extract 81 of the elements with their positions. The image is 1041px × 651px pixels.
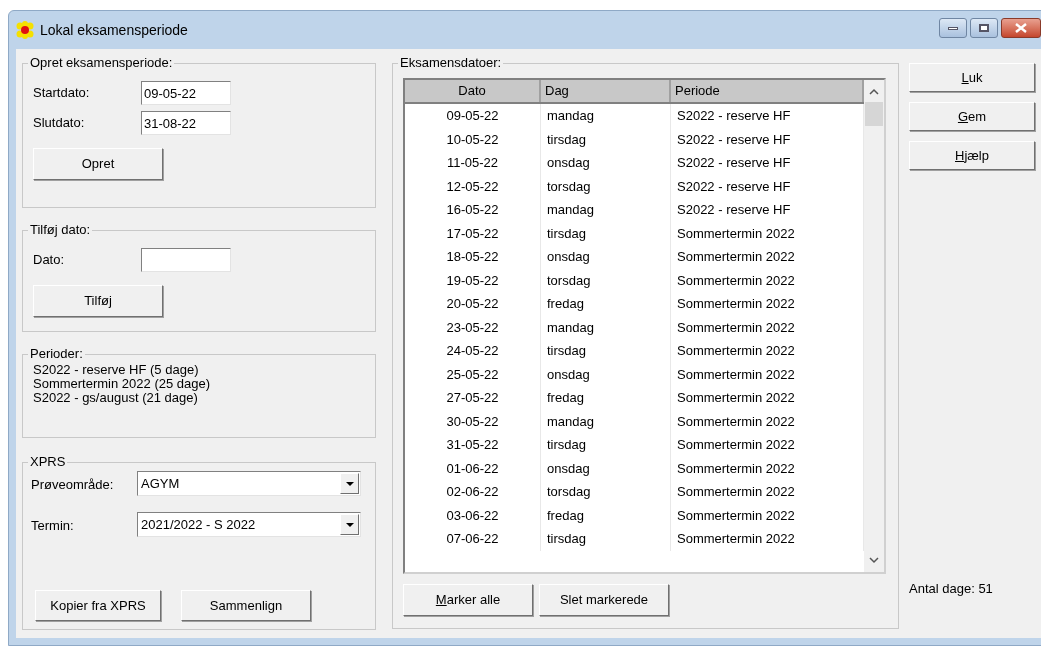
dropdown-value: AGYM [140,474,181,493]
xprs-action-button[interactable]: Sammenlign [181,590,311,621]
minimize-button[interactable] [939,18,967,38]
table-cell: mandag [541,409,671,433]
table-cell: onsdag [541,245,671,269]
table-cell: 10-05-22 [405,127,541,151]
input-field[interactable] [141,248,231,272]
maximize-button[interactable] [970,18,998,38]
list-action-button[interactable]: Slet markerede [539,584,669,616]
table-cell: 31-05-22 [405,433,541,457]
group-title: Opret eksamensperiode: [28,55,175,71]
side-button[interactable]: Gem [909,102,1035,131]
table-cell: tirsdag [541,339,671,363]
table-cell: 20-05-22 [405,292,541,316]
scroll-up-icon [869,88,879,96]
table-cell: 19-05-22 [405,268,541,292]
table-cell: onsdag [541,151,671,175]
table-cell: 09-05-22 [405,104,541,128]
table-cell: 03-06-22 [405,503,541,527]
table-cell: 16-05-22 [405,198,541,222]
table-cell: 01-06-22 [405,456,541,480]
table-cell: torsdag [541,174,671,198]
table-cell: onsdag [541,362,671,386]
scrollbar[interactable] [864,80,884,572]
field-label: Startdato: [33,84,91,103]
list-action-button[interactable]: Marker alle [403,584,533,616]
table-cell: tirsdag [541,527,671,551]
minimize-icon [948,26,958,30]
table-cell: torsdag [541,268,671,292]
input-field[interactable]: 09-05-22 [141,81,231,105]
xprs-action-button[interactable]: Kopier fra XPRS [35,590,161,621]
close-icon [1015,23,1027,33]
table-cell: 23-05-22 [405,315,541,339]
table-cell: 30-05-22 [405,409,541,433]
table-cell: 25-05-22 [405,362,541,386]
column-header[interactable]: Dag [541,80,671,102]
table-cell: mandag [541,315,671,339]
table-cell: tirsdag [541,433,671,457]
table-cell: torsdag [541,480,671,504]
create-button[interactable]: Opret [33,148,163,180]
period-line: Sommertermin 2022 (25 dage) [33,377,212,391]
field-label: Dato: [33,251,66,270]
table-cell: fredag [541,292,671,316]
table-cell: tirsdag [541,221,671,245]
dropdown-caret-icon [340,514,359,535]
table-cell: 27-05-22 [405,386,541,410]
dropdown-caret-icon [340,473,359,494]
column-header[interactable]: Dato [405,80,541,102]
dropdown[interactable]: AGYM [137,471,361,496]
input-field[interactable]: 31-08-22 [141,111,231,135]
table-cell: 07-06-22 [405,527,541,551]
maximize-icon [979,24,989,32]
period-line: S2022 - reserve HF (5 dage) [33,363,200,377]
table-cell: 02-06-22 [405,480,541,504]
table-cell: fredag [541,386,671,410]
dropdown[interactable]: 2021/2022 - S 2022 [137,512,361,537]
flower-icon [15,21,35,39]
table-cell: onsdag [541,456,671,480]
table-cell: tirsdag [541,127,671,151]
add-button[interactable]: Tilføj [33,285,163,317]
window-title: Lokal eksamensperiode [40,20,188,40]
scroll-down-icon [869,556,879,564]
scroll-thumb[interactable] [865,102,883,126]
table-cell: 17-05-22 [405,221,541,245]
field-label: Slutdato: [33,114,86,133]
table-cell: 12-05-22 [405,174,541,198]
table-cell: mandag [541,198,671,222]
table-cell: 11-05-22 [405,151,541,175]
table-cell: mandag [541,104,671,128]
group-title: Tilføj dato: [28,222,93,238]
side-button[interactable]: Hjælp [909,141,1035,170]
close-button[interactable] [1001,18,1041,38]
side-button[interactable]: Luk [909,63,1035,92]
field-label: Prøveområde: [31,476,115,494]
table-cell: 18-05-22 [405,245,541,269]
period-line: S2022 - gs/august (21 dage) [33,391,198,405]
dropdown-value: 2021/2022 - S 2022 [140,515,257,534]
field-label: Termin: [31,517,75,535]
table-cell: 24-05-22 [405,339,541,363]
day-count: Antal dage: 51 [909,579,994,598]
table-cell: fredag [541,503,671,527]
